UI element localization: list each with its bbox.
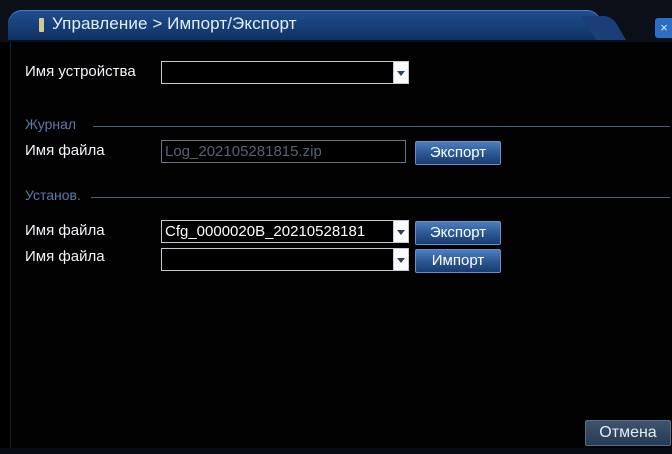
settings-export-button[interactable]: Экспорт <box>415 221 501 245</box>
journal-file-label: Имя файла <box>25 142 105 159</box>
journal-divider <box>93 126 670 127</box>
settings-section-title: Установ. <box>25 187 81 203</box>
chevron-down-icon[interactable] <box>393 62 408 83</box>
settings-import-file-label: Имя файла <box>25 248 105 265</box>
settings-import-button[interactable]: Импорт <box>415 249 501 273</box>
title-bar: Управление > Импорт/Экспорт × <box>0 0 672 42</box>
settings-export-file-label: Имя файла <box>25 222 105 239</box>
close-button[interactable]: × <box>655 18 672 38</box>
settings-divider <box>91 197 670 198</box>
journal-file-field[interactable]: Log_202105281815.zip <box>161 140 406 163</box>
cancel-button[interactable]: Отмена <box>585 420 671 446</box>
settings-import-file-select[interactable] <box>161 248 409 271</box>
settings-export-file-value: Cfg_0000020B_20210528181 <box>165 223 366 240</box>
journal-section-title: Журнал <box>25 116 77 132</box>
menu-marker-icon <box>39 18 44 32</box>
journal-export-button[interactable]: Экспорт <box>415 141 501 165</box>
device-name-label: Имя устройства <box>25 63 136 80</box>
device-select[interactable] <box>161 61 409 84</box>
bottom-edge <box>0 448 672 454</box>
settings-export-file-select[interactable]: Cfg_0000020B_20210528181 <box>161 220 409 243</box>
dialog-body: Имя устройства Журнал Имя файла Log_2021… <box>10 42 672 448</box>
import-export-dialog: Управление > Импорт/Экспорт × Имя устрой… <box>0 0 672 454</box>
chevron-down-icon[interactable] <box>393 221 408 242</box>
chevron-down-icon[interactable] <box>393 249 408 270</box>
window-title: Управление > Импорт/Экспорт <box>52 14 297 33</box>
